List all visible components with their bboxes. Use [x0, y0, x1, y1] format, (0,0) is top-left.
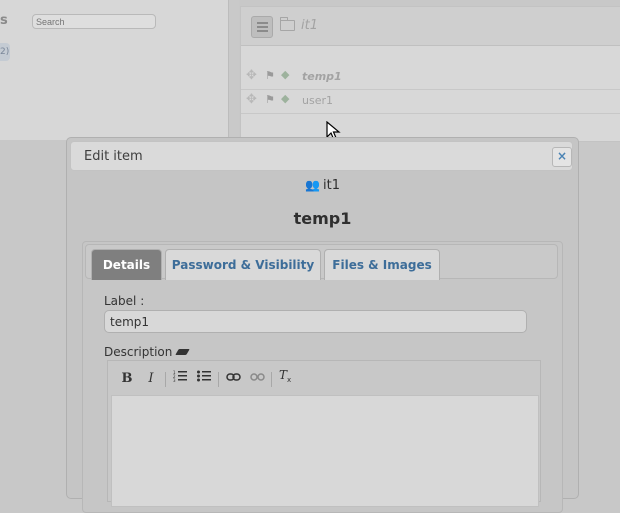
items-header: it1	[241, 7, 620, 46]
menu-icon[interactable]	[251, 16, 273, 38]
folder-name: it1	[322, 178, 340, 193]
ordered-list-icon: 123	[173, 370, 187, 383]
label-field-label: Label :	[104, 294, 145, 308]
left-panel-title: s	[0, 13, 8, 28]
dialog-title: Edit item	[84, 149, 143, 164]
move-icon[interactable]: ✥	[246, 92, 257, 107]
items-panel: it1 ✥ ⚑ ◆ temp1 ✥ ⚑ ◆ user1	[240, 6, 620, 142]
move-icon[interactable]: ✥	[246, 68, 257, 83]
unordered-list-button[interactable]	[193, 368, 215, 390]
unlink-button[interactable]	[246, 368, 268, 390]
unlink-icon	[249, 373, 265, 381]
count-badge: 2)	[0, 43, 10, 61]
breadcrumb: it1	[301, 18, 318, 33]
list-item-label[interactable]: user1	[302, 94, 333, 107]
list-item[interactable]: ✥ ⚑ ◆ temp1	[241, 65, 620, 90]
list-item[interactable]: ✥ ⚑ ◆ user1	[241, 89, 620, 114]
folder-open-icon	[280, 17, 295, 31]
flag-icon[interactable]: ⚑	[265, 69, 275, 82]
editor-toolbar: B I 123 T x	[112, 364, 292, 394]
eraser-icon[interactable]	[175, 349, 191, 355]
close-button[interactable]: ×	[552, 147, 572, 167]
link-button[interactable]	[222, 368, 244, 390]
label-input[interactable]	[104, 310, 527, 333]
italic-button[interactable]: I	[140, 368, 162, 390]
description-label-row: Description	[104, 345, 191, 359]
tab-details[interactable]: Details	[91, 249, 162, 280]
search-input[interactable]	[32, 14, 156, 29]
svg-text:x: x	[287, 376, 291, 382]
description-textarea[interactable]	[111, 395, 539, 507]
tab-password-visibility[interactable]: Password & Visibility	[165, 249, 321, 280]
item-title: temp1	[293, 209, 352, 228]
left-panel: s 2)	[0, 0, 229, 140]
dialog-titlebar[interactable]: Edit item ×	[70, 141, 573, 171]
tag-icon: ◆	[281, 92, 290, 105]
flag-icon[interactable]: ⚑	[265, 93, 275, 106]
ordered-list-button[interactable]: 123	[169, 368, 191, 390]
link-icon	[225, 373, 241, 381]
description-label: Description	[104, 345, 173, 359]
svg-text:3: 3	[173, 378, 176, 382]
unordered-list-icon	[197, 370, 211, 382]
folder-line: 👥 it1	[67, 178, 578, 193]
users-icon: 👥	[305, 178, 320, 192]
tab-files-images[interactable]: Files & Images	[324, 249, 440, 280]
remove-format-icon: T x	[279, 368, 291, 384]
list-item-label[interactable]: temp1	[302, 70, 342, 83]
tag-icon: ◆	[281, 68, 290, 81]
edit-item-dialog: Edit item × 👥 it1 temp1 Details Password …	[66, 137, 579, 513]
panel-divider[interactable]	[229, 0, 239, 140]
bold-button[interactable]: B	[116, 368, 138, 390]
description-editor: B I 123 T x	[107, 360, 541, 507]
tab-bar: Details Password & Visibility Files & Im…	[85, 244, 558, 280]
remove-format-button[interactable]: T x	[275, 368, 297, 390]
